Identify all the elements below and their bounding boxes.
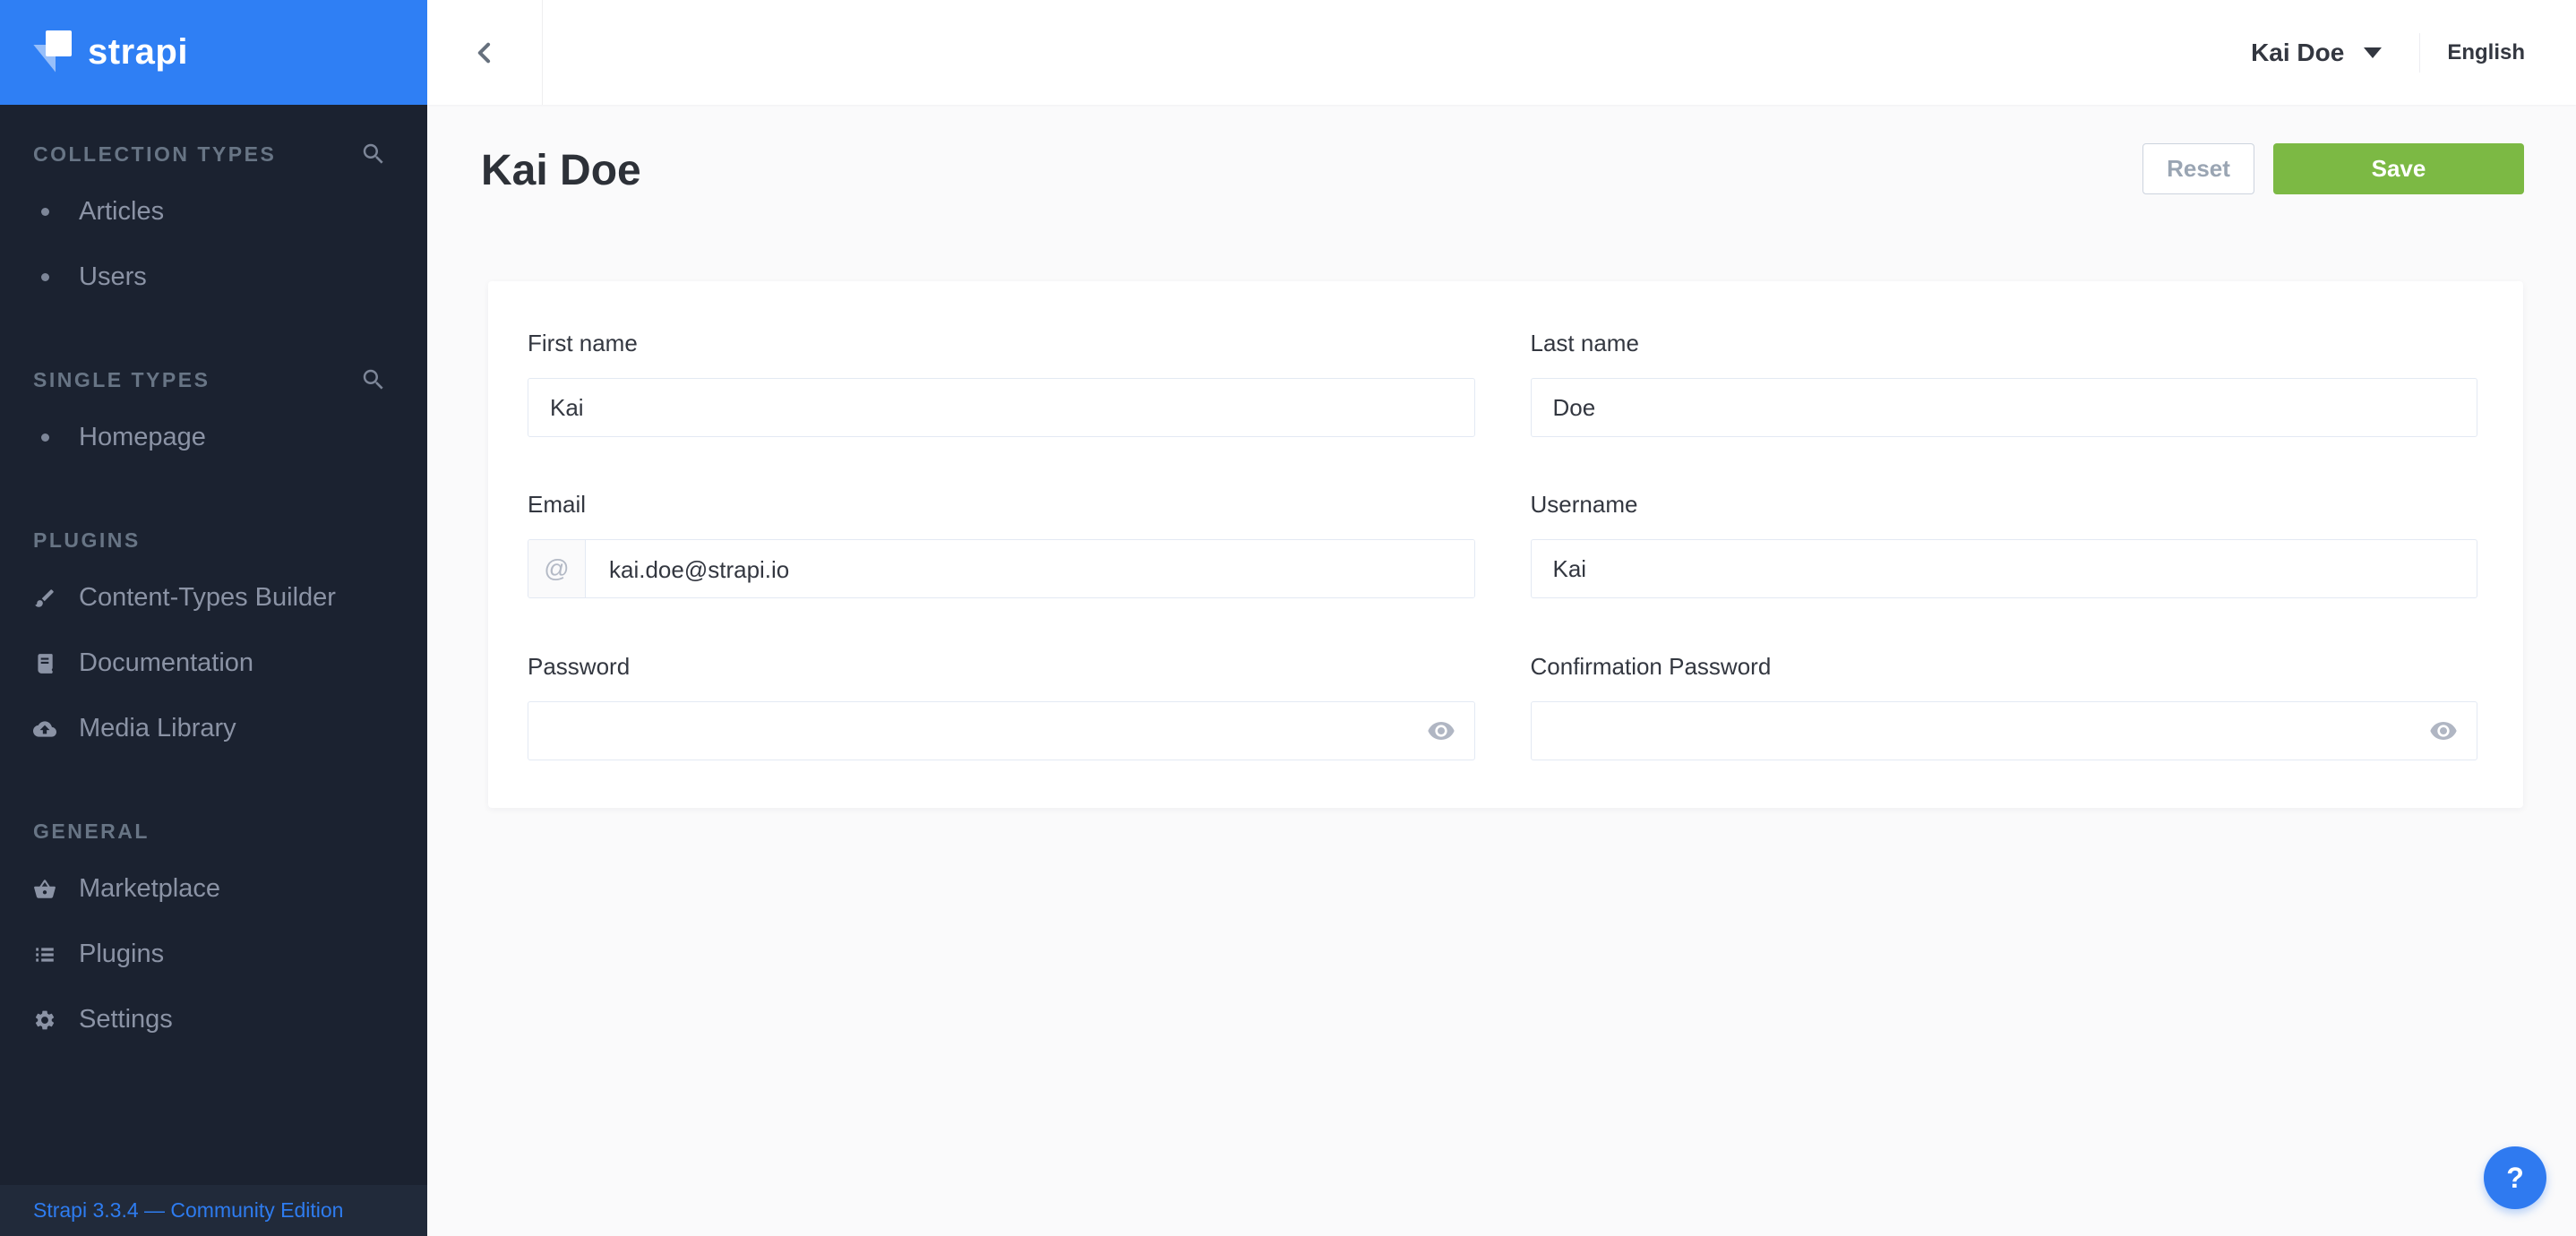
sidebar-item-label: Users xyxy=(79,262,147,292)
section-header: SINGLE TYPES xyxy=(0,367,427,392)
sidebar-item-label: Settings xyxy=(79,1005,173,1034)
sidebar-item-media-library[interactable]: Media Library xyxy=(0,696,427,761)
username-input[interactable] xyxy=(1531,539,2478,598)
bullet-icon xyxy=(33,201,56,224)
page-header: Kai Doe Reset Save xyxy=(481,143,2524,215)
field-last-name: Last name xyxy=(1531,330,2478,491)
list-icon xyxy=(33,943,56,966)
sidebar-item-users[interactable]: Users xyxy=(0,245,427,310)
control xyxy=(528,701,1475,760)
section-title: COLLECTION TYPES xyxy=(33,142,276,167)
nav-list: Articles Users xyxy=(0,179,427,310)
book-icon xyxy=(33,652,56,675)
topbar-right: Kai Doe English xyxy=(2251,0,2576,105)
bullet-icon xyxy=(33,426,56,450)
sidebar-item-content-types-builder[interactable]: Content-Types Builder xyxy=(0,565,427,631)
search-icon[interactable] xyxy=(360,366,387,393)
paintbrush-icon xyxy=(33,587,56,610)
topbar: Kai Doe English xyxy=(427,0,2576,105)
control: @ xyxy=(528,539,1475,598)
strapi-logo[interactable]: strapi xyxy=(0,0,427,105)
at-sign-addon: @ xyxy=(528,540,586,597)
section-title: GENERAL xyxy=(33,819,150,844)
field-label: Email xyxy=(528,491,1475,518)
control xyxy=(1531,539,2478,598)
field-password: Password xyxy=(528,653,1475,760)
section-header: GENERAL xyxy=(0,819,427,844)
user-name: Kai Doe xyxy=(2251,39,2344,67)
sidebar-item-label: Homepage xyxy=(79,423,206,452)
sidebar: strapi COLLECTION TYPES Articles Users xyxy=(0,0,427,1236)
field-first-name: First name xyxy=(528,330,1475,491)
sidebar-item-label: Media Library xyxy=(79,714,236,743)
sidebar-item-homepage[interactable]: Homepage xyxy=(0,405,427,470)
sidebar-item-articles[interactable]: Articles xyxy=(0,179,427,245)
eye-icon[interactable] xyxy=(2429,717,2458,745)
section-collection-types: COLLECTION TYPES Articles Users xyxy=(0,142,427,310)
field-label: Last name xyxy=(1531,330,2478,356)
sidebar-footer: Strapi 3.3.4 — Community Edition xyxy=(0,1185,427,1236)
user-menu[interactable]: Kai Doe xyxy=(2251,39,2382,67)
strapi-version-link[interactable]: Strapi 3.3.4 — Community Edition xyxy=(33,1198,343,1223)
sidebar-item-plugins[interactable]: Plugins xyxy=(0,922,427,987)
field-email: Email @ xyxy=(528,491,1475,652)
field-label: First name xyxy=(528,330,1475,356)
nav-list: Content-Types Builder Documentation Medi… xyxy=(0,565,427,761)
page-title: Kai Doe xyxy=(481,143,641,199)
section-general: GENERAL Marketplace Plugins xyxy=(0,819,427,1052)
control xyxy=(1531,701,2478,760)
user-form-card: First name Last name Email @ Username Pa… xyxy=(488,281,2523,808)
section-plugins: PLUGINS Content-Types Builder Documentat… xyxy=(0,528,427,761)
sidebar-item-label: Marketplace xyxy=(79,874,220,904)
sidebar-item-marketplace[interactable]: Marketplace xyxy=(0,856,427,922)
sidebar-item-label: Content-Types Builder xyxy=(79,583,336,613)
strapi-logo-icon xyxy=(33,30,73,75)
field-username: Username xyxy=(1531,491,2478,652)
field-label: Password xyxy=(528,653,1475,680)
section-title: SINGLE TYPES xyxy=(33,367,210,392)
header-actions: Reset Save xyxy=(2142,143,2524,194)
password-input[interactable] xyxy=(528,701,1475,760)
control xyxy=(528,378,1475,437)
control xyxy=(1531,378,2478,437)
section-header: PLUGINS xyxy=(0,528,427,553)
section-single-types: SINGLE TYPES Homepage xyxy=(0,367,427,470)
field-label: Username xyxy=(1531,491,2478,518)
bullet-icon xyxy=(33,266,56,289)
sidebar-item-label: Articles xyxy=(79,197,164,227)
sidebar-item-label: Plugins xyxy=(79,940,164,969)
field-label: Confirmation Password xyxy=(1531,653,2478,680)
help-button[interactable]: ? xyxy=(2484,1146,2546,1209)
nav-list: Homepage xyxy=(0,405,427,470)
sidebar-item-documentation[interactable]: Documentation xyxy=(0,631,427,696)
field-confirmation-password: Confirmation Password xyxy=(1531,653,2478,760)
sidebar-item-settings[interactable]: Settings xyxy=(0,987,427,1052)
language-selector[interactable]: English xyxy=(2447,40,2525,65)
search-icon[interactable] xyxy=(360,141,387,167)
section-header: COLLECTION TYPES xyxy=(0,142,427,167)
basket-icon xyxy=(33,878,56,901)
confirmation-password-input[interactable] xyxy=(1531,701,2478,760)
email-input[interactable] xyxy=(586,540,1474,598)
nav-list: Marketplace Plugins Settings xyxy=(0,856,427,1052)
reset-button[interactable]: Reset xyxy=(2142,143,2254,194)
gear-icon xyxy=(33,1009,56,1032)
cloud-upload-icon xyxy=(33,717,56,741)
chevron-left-icon xyxy=(472,40,497,65)
section-title: PLUGINS xyxy=(33,528,141,553)
first-name-input[interactable] xyxy=(528,378,1475,437)
strapi-logo-text: strapi xyxy=(88,32,188,73)
chevron-down-icon xyxy=(2364,47,2382,58)
save-button[interactable]: Save xyxy=(2273,143,2524,194)
back-button[interactable] xyxy=(427,0,543,105)
divider xyxy=(2419,33,2420,73)
sidebar-item-label: Documentation xyxy=(79,648,253,678)
eye-icon[interactable] xyxy=(1427,717,1455,745)
sidebar-nav: COLLECTION TYPES Articles Users SINGLE T… xyxy=(0,105,427,1052)
last-name-input[interactable] xyxy=(1531,378,2478,437)
